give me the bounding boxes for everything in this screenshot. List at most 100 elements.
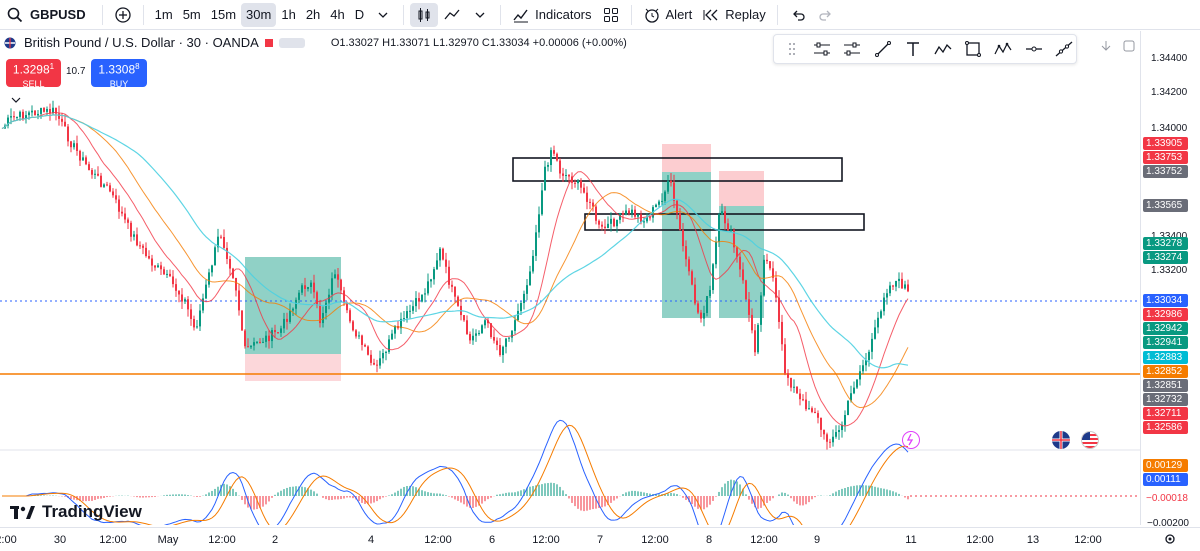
candle-body	[376, 364, 378, 366]
timeframe-2h[interactable]: 2h	[301, 3, 325, 27]
candle-body	[313, 282, 315, 293]
candle-body	[478, 333, 480, 335]
candle-body	[838, 430, 840, 433]
templates-button[interactable]	[597, 3, 625, 27]
candle-body	[31, 110, 33, 113]
download-icon[interactable]	[1099, 39, 1113, 53]
candle-body	[82, 157, 84, 161]
indicators-icon	[513, 9, 529, 22]
candle-body	[763, 259, 765, 296]
add-symbol-icon	[114, 6, 131, 23]
trend-line-tool[interactable]	[871, 39, 894, 59]
candle-body	[496, 340, 498, 345]
candle-body	[226, 247, 228, 260]
timeframe-dropdown[interactable]	[369, 3, 397, 27]
candle-body	[154, 265, 156, 268]
text-tool[interactable]	[901, 39, 924, 59]
candle-body	[136, 234, 138, 246]
timeframe-15m[interactable]: 15m	[206, 3, 241, 27]
replay-button[interactable]: Replay	[697, 3, 770, 27]
candle-body	[670, 180, 672, 183]
candle-body	[697, 303, 699, 313]
indicators-button[interactable]: Indicators	[507, 3, 596, 27]
candle-body	[766, 259, 768, 262]
time-scale[interactable]: 2:00 30 12:00 May 12:00 2 4 12:00 6 12:00 7 12:00 8 1…	[0, 527, 1200, 551]
candle-body	[556, 153, 558, 161]
candle-body	[796, 386, 798, 394]
time-label: 12:00	[99, 534, 127, 546]
candle-body	[691, 271, 693, 285]
legend-toggle-icon[interactable]	[278, 37, 305, 48]
price-chart[interactable]	[0, 31, 1140, 525]
candle-body	[892, 285, 894, 287]
tradingview-logo[interactable]: TradingView	[10, 502, 142, 522]
candle-body	[859, 371, 861, 380]
alert-button[interactable]: Alert	[638, 3, 698, 27]
sliders-tool[interactable]	[841, 39, 864, 59]
time-label: 9	[813, 534, 821, 546]
candle-body	[283, 318, 285, 329]
candle-body	[256, 341, 258, 343]
candle-body	[301, 285, 303, 293]
fullscreen-icon[interactable]	[1122, 39, 1136, 53]
buy-button[interactable]: 1.33088 BUY	[91, 59, 147, 89]
collapse-legend-button[interactable]	[8, 92, 24, 108]
pattern-tool[interactable]	[931, 39, 954, 59]
add-symbol-button[interactable]	[109, 3, 137, 27]
candle-body	[568, 175, 570, 177]
candle-body	[370, 354, 372, 363]
candle-body	[541, 190, 543, 215]
candle-body	[634, 209, 636, 217]
candle-body	[145, 247, 147, 257]
horizontal-ray-tool[interactable]	[1022, 39, 1045, 59]
price-label: 1.32942	[1143, 322, 1188, 335]
candle-body	[655, 204, 657, 208]
candle-body	[637, 214, 639, 217]
flag-gb-us-icon	[4, 37, 16, 48]
candle-body	[754, 330, 756, 353]
timeframe-1m[interactable]: 1m	[150, 3, 178, 27]
arrow-down-icon	[1101, 41, 1111, 51]
candle-body	[58, 113, 60, 119]
drag-handle[interactable]	[780, 39, 803, 59]
drawing-toolbar	[773, 34, 1077, 64]
settings-tool[interactable]	[810, 39, 833, 59]
candle-body	[277, 332, 279, 334]
timeframe-5m[interactable]: 5m	[178, 3, 206, 27]
redo-button[interactable]	[812, 3, 840, 27]
forecast-tool[interactable]	[992, 39, 1015, 59]
price-label: 1.32586	[1143, 421, 1188, 434]
candle-body	[853, 387, 855, 394]
candle-body	[643, 221, 645, 223]
divider	[101, 4, 103, 25]
time-label: 4	[367, 534, 375, 546]
timeframe-30m[interactable]: 30m	[241, 2, 277, 27]
timeframe-4h[interactable]: 4h	[325, 3, 349, 27]
us-flag-event-icon[interactable]	[1081, 431, 1099, 449]
candle-body	[139, 245, 141, 247]
candle-body	[85, 157, 87, 165]
settings-button[interactable]	[1163, 532, 1177, 546]
rectangle-tool[interactable]	[962, 39, 985, 59]
chart-type-line-button[interactable]	[438, 3, 466, 27]
candle-body	[160, 265, 162, 270]
candle-body	[247, 346, 249, 348]
price-scale[interactable]: 1.344001.342001.340001.334001.332001.339…	[1140, 31, 1200, 529]
sell-button[interactable]: 1.32981 SELL	[6, 59, 61, 89]
candle-body	[199, 310, 201, 327]
lightning-event-icon[interactable]	[902, 431, 920, 449]
ray-tool[interactable]	[1053, 39, 1076, 59]
candle-body	[901, 278, 903, 289]
gb-flag-event-icon[interactable]	[1052, 431, 1070, 449]
symbol-search[interactable]: GBPUSD	[0, 6, 96, 24]
candle-body	[76, 143, 78, 151]
candle-body	[190, 309, 192, 319]
candle-body	[895, 280, 897, 287]
timeframe-1h[interactable]: 1h	[276, 3, 300, 27]
time-label: 12:00	[424, 534, 452, 546]
undo-button[interactable]	[784, 3, 812, 27]
timeframe-d[interactable]: D	[350, 3, 369, 27]
buy-price: 1.3308	[98, 62, 136, 77]
chart-type-dropdown[interactable]	[466, 3, 494, 27]
chart-type-candles-button[interactable]	[410, 2, 439, 27]
